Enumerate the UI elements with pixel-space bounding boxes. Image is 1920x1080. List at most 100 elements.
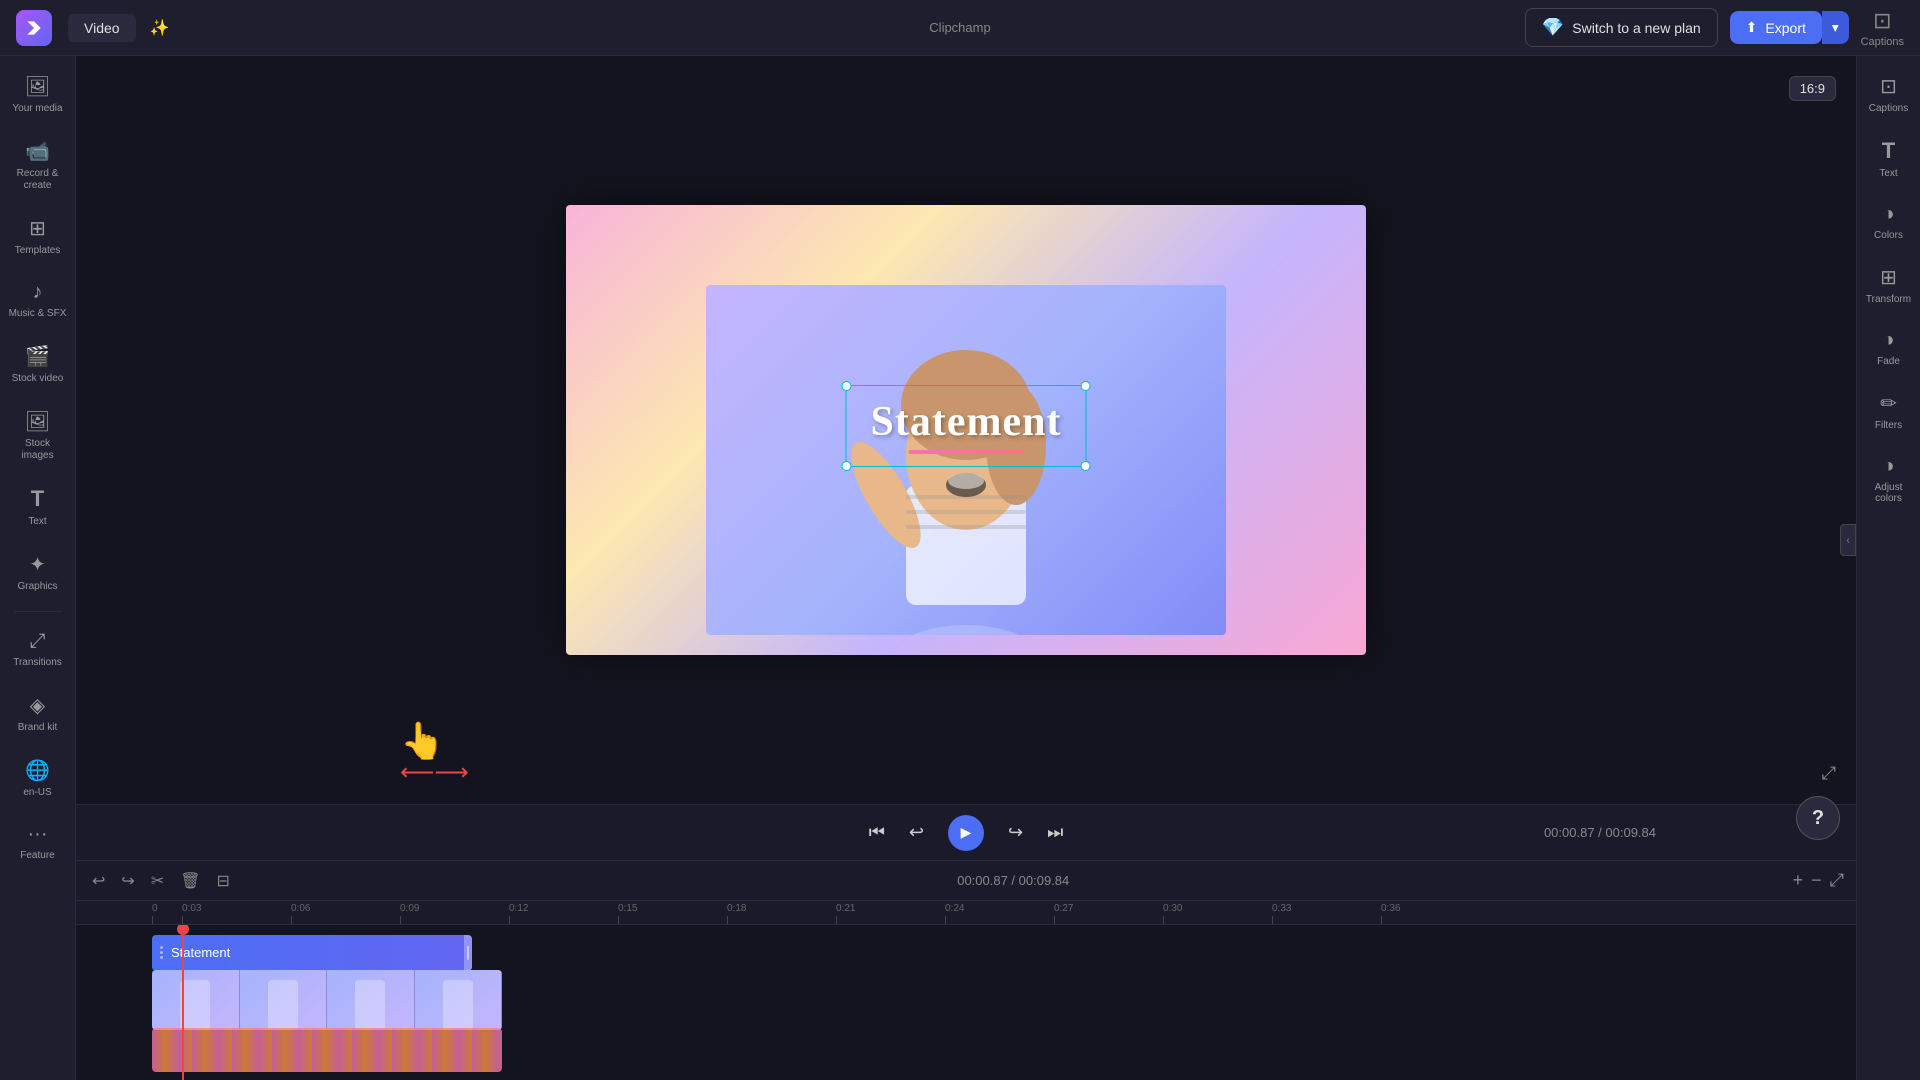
- right-sidebar-item-fade[interactable]: ◑ Fade: [1861, 319, 1917, 377]
- text-underline: [909, 450, 1024, 454]
- handle-top-left[interactable]: [842, 381, 852, 391]
- undo-button[interactable]: ↩: [88, 867, 109, 895]
- export-button[interactable]: ⬆ Export: [1730, 11, 1822, 44]
- text-track[interactable]: Statement: [152, 935, 472, 971]
- magic-icon[interactable]: ✨: [144, 12, 176, 44]
- right-sidebar-item-filters[interactable]: ✏ Filters: [1861, 381, 1917, 441]
- ruler-mark-0-24: 0:24: [945, 903, 1054, 924]
- stock-video-icon: 🎬: [25, 344, 50, 369]
- switch-plan-button[interactable]: 💎 Switch to a new plan: [1525, 8, 1718, 47]
- rewind-button[interactable]: ↩: [909, 822, 924, 843]
- ruler-mark-0-12: 0:12: [509, 903, 618, 924]
- sidebar-item-feature[interactable]: ··· Feature: [4, 813, 72, 872]
- text-overlay[interactable]: Statement: [846, 385, 1087, 467]
- play-button[interactable]: ▶: [948, 815, 984, 851]
- timeline-time: 00:00.87 / 00:09.84: [242, 873, 1785, 888]
- right-sidebar-item-captions[interactable]: ⊡ Captions: [1861, 64, 1917, 124]
- sidebar-item-stock-video[interactable]: 🎬 Stock video: [4, 334, 72, 395]
- topbar-right: 💎 Switch to a new plan ⬆ Export ▾ ⊡ Capt…: [1525, 8, 1904, 48]
- sidebar-divider: [14, 611, 62, 612]
- track-row-music: [76, 1028, 1856, 1072]
- ruler-mark-0-33: 0:33: [1272, 903, 1381, 924]
- right-sidebar-item-colors[interactable]: ◑ Colors: [1861, 193, 1917, 251]
- track-resize-handle[interactable]: [464, 935, 472, 971]
- timeline-zoom: + − ⤢: [1793, 870, 1844, 891]
- right-sidebar-item-transform[interactable]: ⊞ Transform: [1861, 255, 1917, 315]
- ruler-marks: 0 0:03 0:06 0:09: [152, 903, 1490, 924]
- brand-kit-icon: ◈: [30, 693, 45, 718]
- playback-bar: ⏮ ↩ ▶ ↪ ⏭ 00:00.87 / 00:09.84: [76, 804, 1856, 860]
- app-logo[interactable]: [16, 10, 52, 46]
- adjust-colors-right-icon: ◑: [1882, 455, 1894, 478]
- skip-to-start-button[interactable]: ⏮: [869, 822, 885, 843]
- captions-button[interactable]: ⊡ Captions: [1861, 8, 1904, 48]
- video-frame-4: [415, 970, 503, 1030]
- more-icon: ···: [28, 823, 48, 846]
- sidebar-item-graphics[interactable]: ✦ Graphics: [4, 542, 72, 603]
- time-display: 00:00.87 / 00:09.84: [1544, 825, 1656, 840]
- fit-button[interactable]: ⤢: [1830, 870, 1844, 891]
- record-create-icon: 📹: [25, 139, 50, 164]
- templates-icon: ⊞: [29, 216, 46, 241]
- forward-button[interactable]: ↪: [1008, 822, 1023, 843]
- collapse-sidebar-button[interactable]: ‹: [1840, 524, 1856, 556]
- zoom-out-button[interactable]: −: [1811, 870, 1822, 891]
- sidebar-item-stock-images[interactable]: 🖼 Stock images: [4, 399, 72, 472]
- transitions-icon: ⤢: [30, 630, 46, 653]
- music-track[interactable]: [152, 1028, 502, 1072]
- track-row-video: [76, 978, 1856, 1022]
- help-button[interactable]: ?: [1796, 796, 1840, 840]
- app-name-center: Clipchamp: [929, 20, 990, 35]
- center-area: Statement 16:9 ⤢ ⏮ ↩ ▶ ↪ ⏭ 00:00.87 / 00…: [76, 56, 1856, 1080]
- handle-bottom-left[interactable]: [842, 461, 852, 471]
- video-track[interactable]: [152, 970, 502, 1030]
- fade-right-icon: ◑: [1882, 329, 1894, 352]
- track-grip: [160, 946, 163, 959]
- sidebar-item-brand-kit[interactable]: ◈ Brand kit: [4, 683, 72, 744]
- ruler-mark-0: 0: [152, 903, 182, 924]
- main-area: 🖼 Your media 📹 Record &create ⊞ Template…: [0, 56, 1920, 1080]
- cut-button[interactable]: ✂: [147, 867, 168, 895]
- music-sfx-icon: ♪: [33, 281, 43, 304]
- stock-images-icon: 🖼: [25, 409, 50, 434]
- delete-button[interactable]: 🗑: [176, 867, 204, 895]
- ruler-mark-0-09: 0:09: [400, 903, 509, 924]
- handle-bottom-right[interactable]: [1080, 461, 1090, 471]
- sidebar-item-templates[interactable]: ⊞ Templates: [4, 206, 72, 267]
- tab-video[interactable]: Video: [68, 14, 136, 42]
- ruler-mark-0-30: 0:30: [1163, 903, 1272, 924]
- sidebar-item-text[interactable]: T Text: [4, 476, 72, 538]
- right-sidebar: ⊡ Captions T Text ◑ Colors ⊞ Transform ◑…: [1856, 56, 1920, 1080]
- right-sidebar-item-adjust-colors[interactable]: ◑ Adjust colors: [1861, 445, 1917, 514]
- skip-to-end-button[interactable]: ⏭: [1047, 822, 1063, 843]
- filters-right-icon: ✏: [1880, 391, 1897, 416]
- expand-button[interactable]: ⤢: [1822, 763, 1836, 784]
- video-frame-1: [152, 970, 240, 1030]
- text-track-label: Statement: [171, 945, 230, 960]
- text-icon: T: [31, 486, 44, 512]
- timeline-ruler: 0 0:03 0:06 0:09: [76, 901, 1856, 925]
- handle-top-right[interactable]: [1080, 381, 1090, 391]
- zoom-in-button[interactable]: +: [1793, 870, 1804, 891]
- right-sidebar-item-text[interactable]: T Text: [1861, 128, 1917, 189]
- transform-right-icon: ⊞: [1880, 265, 1897, 290]
- sidebar-item-record-create[interactable]: 📹 Record &create: [4, 129, 72, 202]
- language-icon: 🌐: [25, 758, 50, 783]
- redo-button[interactable]: ↪: [117, 867, 138, 895]
- preview-canvas: Statement: [566, 205, 1366, 655]
- ruler-mark-0-27: 0:27: [1054, 903, 1163, 924]
- video-frame-2: [240, 970, 328, 1030]
- preview-area: Statement 16:9 ⤢: [76, 56, 1856, 804]
- ruler-mark-0-21: 0:21: [836, 903, 945, 924]
- track-row-text: Statement: [76, 933, 1856, 972]
- sidebar-item-your-media[interactable]: 🖼 Your media: [4, 64, 72, 125]
- graphics-icon: ✦: [29, 552, 46, 577]
- sidebar-item-music-sfx[interactable]: ♪ Music & SFX: [4, 271, 72, 330]
- timeline-toolbar: ↩ ↪ ✂ 🗑 ⊟ 00:00.87 / 00:09.84 + − ⤢: [76, 861, 1856, 901]
- split-button[interactable]: ⊟: [213, 867, 234, 895]
- timeline-area: ↩ ↪ ✂ 🗑 ⊟ 00:00.87 / 00:09.84 + − ⤢ 0: [76, 860, 1856, 1080]
- sidebar-item-en-us[interactable]: 🌐 en-US: [4, 748, 72, 809]
- sidebar-item-transitions[interactable]: ⤢ Transitions: [4, 620, 72, 679]
- captions-icon: ⊡: [1873, 8, 1891, 34]
- export-caret-button[interactable]: ▾: [1822, 11, 1849, 44]
